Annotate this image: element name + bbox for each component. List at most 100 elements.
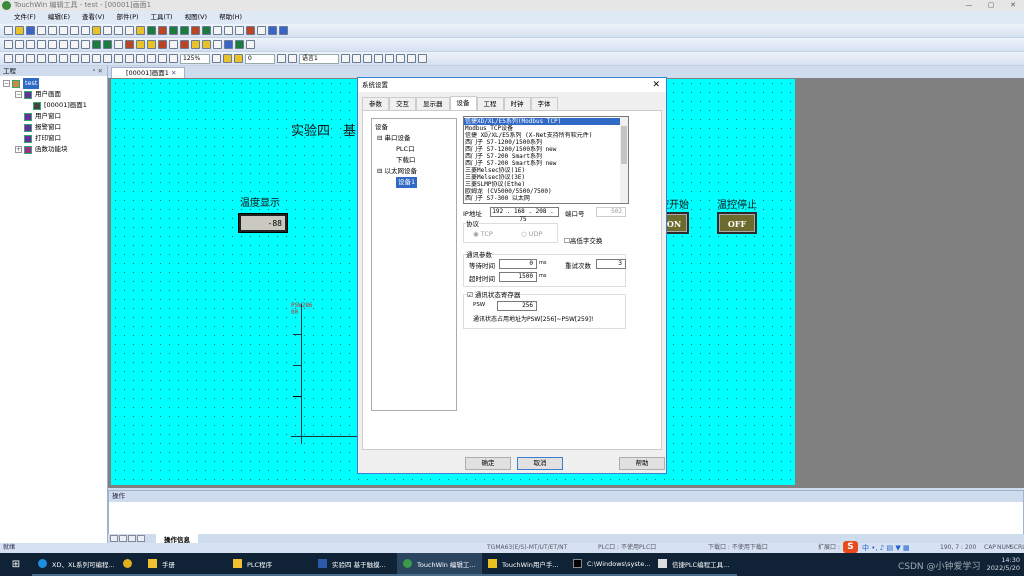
text-3-icon[interactable] — [125, 26, 134, 35]
ip-address-input[interactable]: 192 . 168 . 208 . 75 — [490, 207, 559, 223]
plc-type-list[interactable]: 信捷XD/XL/E5系列(Modbus TCP) Modbus_TCP设备 信捷 X… — [463, 116, 629, 204]
udp-radio[interactable]: ○ UDP — [521, 230, 542, 238]
tree-devices[interactable]: 设备 — [375, 122, 388, 133]
list-item[interactable]: 西门子 S7-1200/1500系列 — [464, 139, 628, 146]
alarm-icon[interactable] — [213, 26, 222, 35]
picture-icon[interactable] — [103, 40, 112, 49]
bar-chart-icon[interactable] — [279, 26, 288, 35]
align-center-icon[interactable] — [15, 54, 24, 63]
fill-icon[interactable] — [158, 40, 167, 49]
tab-device[interactable]: 设备 — [449, 96, 477, 110]
ellipse-icon[interactable] — [48, 40, 57, 49]
help-icon[interactable] — [92, 26, 101, 35]
stop-label[interactable]: 温控停止 — [717, 196, 757, 211]
tree-plc-port[interactable]: PLC口 — [396, 144, 415, 155]
prev-icon[interactable] — [277, 54, 286, 63]
stop-button[interactable]: OFF — [717, 212, 757, 234]
menu-help[interactable]: 帮助(H) — [213, 11, 248, 24]
offline-icon[interactable] — [418, 54, 427, 63]
cut-icon[interactable] — [37, 26, 46, 35]
bring-front-icon[interactable] — [125, 54, 134, 63]
menu-edit[interactable]: 编辑(E) — [42, 11, 76, 24]
switch-icon[interactable] — [158, 26, 167, 35]
string-input-icon[interactable] — [202, 26, 211, 35]
list-item[interactable]: 西门子 S7-200 Smart系列 — [464, 153, 628, 160]
taskbar-item-manual[interactable]: 手册 — [142, 553, 227, 576]
open-icon[interactable] — [15, 26, 24, 35]
tab-display[interactable]: 显示器 — [416, 97, 450, 110]
tab-interaction[interactable]: 交互 — [389, 97, 416, 110]
download-icon[interactable] — [385, 54, 394, 63]
list-item[interactable]: 三菱Melsec协议(3E) — [464, 174, 628, 181]
tree-device1[interactable]: 设备1 — [396, 177, 418, 188]
sound-icon[interactable] — [191, 40, 200, 49]
zoom-in-icon[interactable] — [212, 54, 221, 63]
ok-button[interactable]: 确定 — [465, 457, 511, 470]
taskbar-item-word[interactable]: 实验四 基于触摸... — [312, 553, 397, 576]
taskbar-item-cmd[interactable]: C:\Windows\syste... — [567, 553, 652, 576]
menu-tools[interactable]: 工具(T) — [145, 11, 179, 24]
print-icon[interactable] — [257, 26, 266, 35]
tree-item-user-screens[interactable]: − 用户画面 — [3, 89, 104, 100]
light-icon[interactable] — [202, 40, 211, 49]
ungroup-icon[interactable] — [158, 54, 167, 63]
prev-icon[interactable] — [119, 535, 127, 542]
list-item[interactable]: 信捷XD/XL/E5系列(Modbus TCP) — [464, 118, 628, 125]
tree-item-screen1[interactable]: [00001]画面1 — [3, 100, 104, 111]
tab-project[interactable]: 工程 — [476, 97, 504, 110]
menu-file[interactable]: 文件(F) — [8, 11, 42, 24]
taskbar-item-edge[interactable]: XD、XL系列可编程... — [32, 553, 117, 576]
undo-icon[interactable] — [70, 26, 79, 35]
scale-icon[interactable] — [213, 40, 222, 49]
record-icon[interactable] — [246, 26, 255, 35]
timeout-input[interactable]: 1500 — [499, 272, 537, 282]
zoom-out-icon[interactable] — [169, 54, 178, 63]
trend-icon[interactable] — [268, 26, 277, 35]
menu-parts[interactable]: 部件(P) — [111, 11, 145, 24]
save-icon[interactable] — [26, 26, 35, 35]
font-f-icon[interactable] — [363, 54, 372, 63]
taskbar-item-plc-tool[interactable]: 信捷PLC编程工具... — [652, 553, 737, 576]
screen-title-text[interactable]: 实验四 基 — [291, 120, 356, 139]
temp-display-label[interactable]: 温度显示 — [240, 194, 280, 209]
arc-icon[interactable] — [15, 40, 24, 49]
list-item[interactable]: 西门子 S7-200 Smart系列 new — [464, 160, 628, 167]
retry-input[interactable]: 3 — [596, 259, 626, 269]
align-bottom-icon[interactable] — [59, 54, 68, 63]
align-middle-icon[interactable] — [48, 54, 57, 63]
tab-clock[interactable]: 时钟 — [503, 97, 531, 110]
align-top-icon[interactable] — [37, 54, 46, 63]
taskbar-item-touchwin-manual[interactable]: TouchWin用户手... — [482, 553, 567, 576]
table-icon[interactable] — [235, 26, 244, 35]
first-icon[interactable] — [110, 535, 118, 542]
lock-icon[interactable] — [246, 40, 255, 49]
tree-item-test[interactable]: − test — [3, 78, 104, 89]
copy-icon[interactable] — [48, 26, 57, 35]
tree-download-port[interactable]: 下载口 — [396, 155, 416, 166]
align-left-icon[interactable] — [4, 54, 13, 63]
button-icon[interactable] — [147, 26, 156, 35]
paint-icon[interactable] — [125, 40, 134, 49]
psw-input[interactable]: 256 — [497, 301, 537, 311]
tab-operation-info[interactable]: 操作信息 — [156, 533, 198, 544]
list-item[interactable]: 三菱Melsec协议(1E) — [464, 167, 628, 174]
same-height-icon[interactable] — [81, 54, 90, 63]
string-display-icon[interactable] — [191, 26, 200, 35]
tree-item-function-blocks[interactable]: + 函数功能块 — [3, 144, 104, 155]
cancel-button[interactable]: 取消 — [517, 457, 563, 470]
send-back-icon[interactable] — [136, 54, 145, 63]
dialog-close-button[interactable]: ✕ — [652, 78, 660, 92]
font-icon[interactable] — [341, 54, 350, 63]
taskbar-item-touchwin[interactable]: TouchWin 编辑工... — [397, 553, 482, 576]
next-icon[interactable] — [128, 535, 136, 542]
qr-icon[interactable] — [114, 40, 123, 49]
upload-icon[interactable] — [396, 54, 405, 63]
value-select[interactable]: 0 — [245, 53, 275, 64]
simulate-icon[interactable] — [407, 54, 416, 63]
sector-icon[interactable] — [70, 40, 79, 49]
trend-y-axis[interactable] — [301, 304, 302, 444]
tcp-radio[interactable]: ◉ TCP — [473, 230, 493, 238]
polygon-icon[interactable] — [59, 40, 68, 49]
menu-view[interactable]: 查看(V) — [76, 11, 111, 24]
tab-params[interactable]: 参数 — [362, 97, 389, 110]
